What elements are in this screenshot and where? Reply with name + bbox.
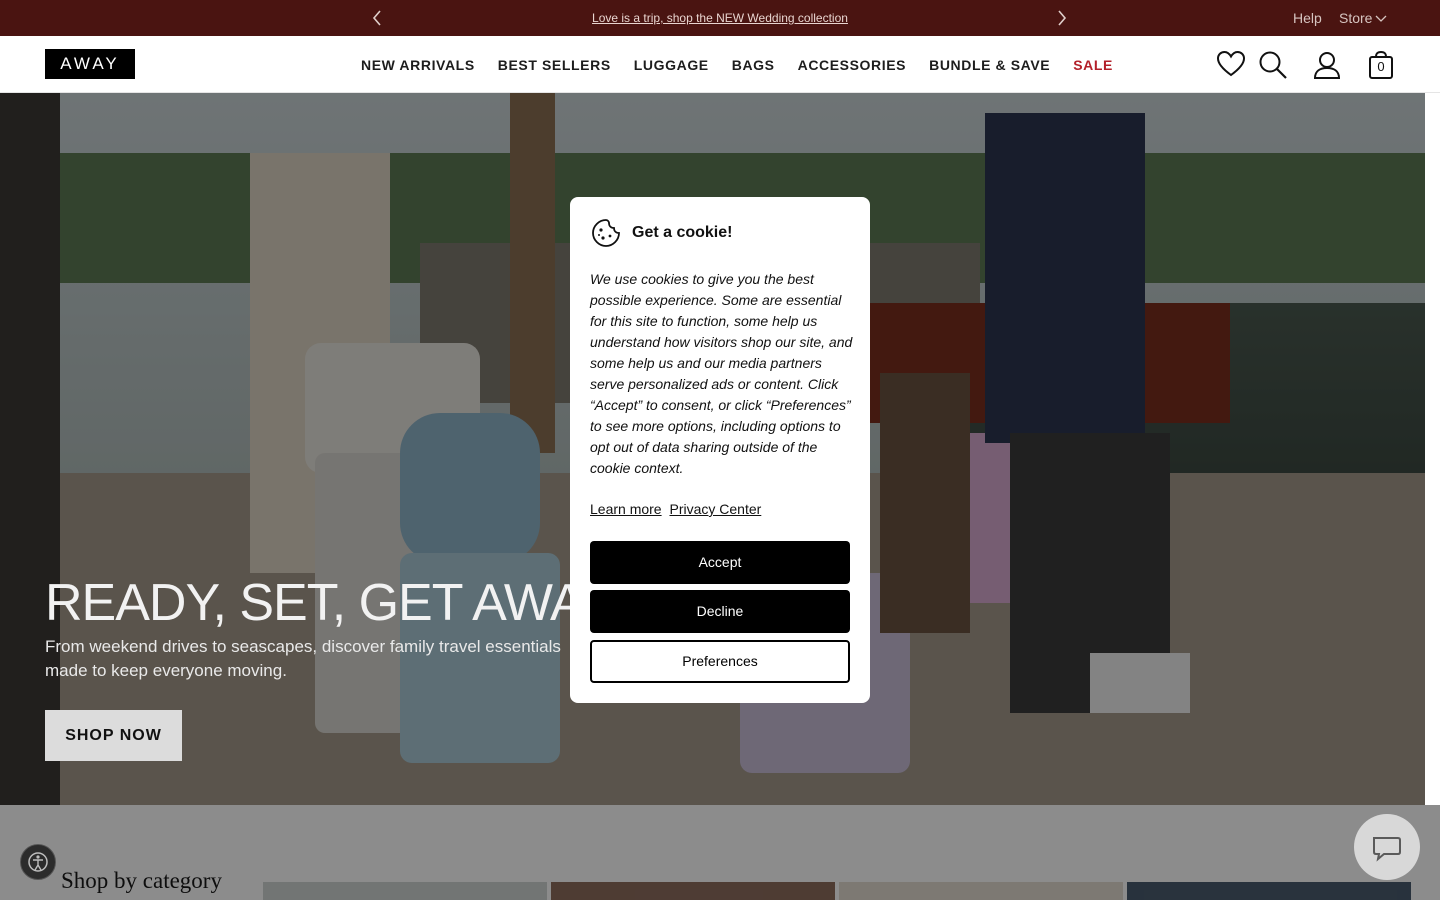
privacy-center-link[interactable]: Privacy Center: [669, 501, 761, 517]
hero-title: READY, SET, GET AWAY: [45, 574, 615, 632]
site-header: AWAY NEW ARRIVALS BEST SELLERS LUGGAGE B…: [0, 36, 1440, 93]
announcement-bar: Love is a trip, shop the NEW Wedding col…: [0, 0, 1440, 36]
accept-button[interactable]: Accept: [590, 541, 850, 584]
chevron-right-icon[interactable]: [1052, 9, 1070, 27]
nav-sale[interactable]: SALE: [1073, 57, 1113, 73]
store-dropdown[interactable]: Store: [1339, 10, 1387, 26]
cookie-links: Learn more Privacy Center: [590, 501, 765, 517]
away-logo[interactable]: AWAY: [45, 49, 135, 79]
cart-bag-icon[interactable]: 0: [1368, 50, 1394, 85]
chevron-down-icon: [1376, 15, 1387, 23]
cookie-icon: [590, 217, 622, 254]
main-nav: NEW ARRIVALS BEST SELLERS LUGGAGE BAGS A…: [361, 57, 1113, 73]
promo-link[interactable]: Love is a trip, shop the NEW Wedding col…: [0, 11, 1440, 25]
learn-more-link[interactable]: Learn more: [590, 501, 662, 517]
decline-button[interactable]: Decline: [590, 590, 850, 633]
chat-icon[interactable]: [1354, 814, 1420, 880]
nav-bundle-save[interactable]: BUNDLE & SAVE: [929, 57, 1050, 73]
nav-new-arrivals[interactable]: NEW ARRIVALS: [361, 57, 475, 73]
search-icon[interactable]: [1258, 50, 1288, 85]
cart-count: 0: [1377, 59, 1385, 74]
wishlist-heart-icon[interactable]: [1216, 50, 1246, 83]
nav-accessories[interactable]: ACCESSORIES: [798, 57, 907, 73]
nav-luggage[interactable]: LUGGAGE: [634, 57, 709, 73]
help-link[interactable]: Help: [1293, 10, 1322, 26]
page-dim-overlay: [0, 805, 1440, 900]
preferences-button[interactable]: Preferences: [590, 640, 850, 683]
store-label: Store: [1339, 10, 1373, 26]
nav-bags[interactable]: BAGS: [732, 57, 775, 73]
account-icon[interactable]: [1312, 50, 1342, 85]
cookie-dialog-body: We use cookies to give you the best poss…: [590, 271, 853, 476]
shop-now-button[interactable]: SHOP NOW: [45, 710, 182, 761]
nav-best-sellers[interactable]: BEST SELLERS: [498, 57, 611, 73]
cookie-dialog-title: Get a cookie!: [632, 224, 733, 241]
cookie-consent-dialog: Get a cookie! We use cookies to give you…: [570, 197, 870, 703]
accessibility-icon[interactable]: [20, 844, 56, 880]
hero-subtitle: From weekend drives to seascapes, discov…: [45, 637, 561, 680]
